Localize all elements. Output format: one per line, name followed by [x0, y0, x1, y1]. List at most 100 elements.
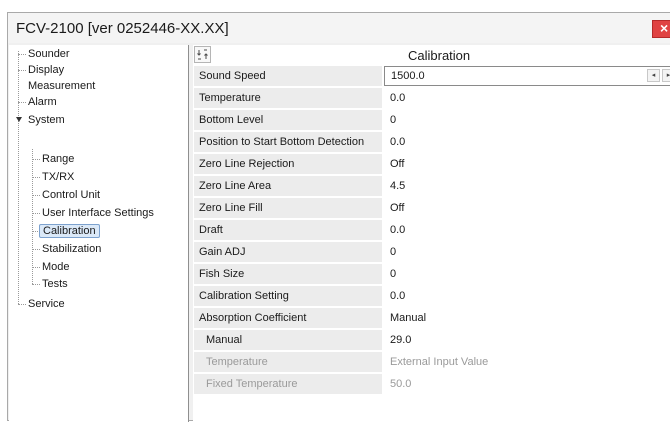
property-name: Temperature: [194, 88, 382, 108]
tree-item-label: Service: [28, 298, 65, 310]
tree-item-label: Sounder: [28, 48, 70, 60]
table-row[interactable]: Fish Size 0: [193, 264, 670, 286]
tree-connector: [32, 284, 40, 285]
sort-icon[interactable]: [194, 46, 211, 63]
tree-item-label: Measurement: [28, 80, 96, 92]
table-row[interactable]: Zero Line Rejection Off: [193, 154, 670, 176]
window-title: FCV-2100 [ver 0252446-XX.XX]: [16, 20, 229, 37]
property-value[interactable]: 0: [384, 242, 670, 262]
property-value[interactable]: 0: [384, 264, 670, 284]
panel-title: Calibration: [408, 48, 471, 63]
property-name: Sound Speed: [194, 66, 382, 86]
property-name: Fish Size: [194, 264, 382, 284]
tree-connector: [32, 249, 40, 250]
tree-item-label: Display: [28, 64, 65, 76]
tree-item-stabilization[interactable]: Stabilization: [42, 241, 101, 257]
tree-item-label: Tests: [42, 278, 68, 290]
table-row: Temperature External Input Value: [193, 352, 670, 374]
table-row[interactable]: Zero Line Area 4.5: [193, 176, 670, 198]
property-name: Absorption Coefficient: [194, 308, 382, 328]
tree-connector: [32, 195, 40, 196]
table-row[interactable]: Sound Speed 1500.0 ◂ ▸: [193, 66, 670, 88]
tree-connector: [18, 54, 26, 55]
table-row[interactable]: Absorption Coefficient Manual: [193, 308, 670, 330]
property-name: Fixed Temperature: [194, 374, 382, 394]
property-value[interactable]: 0.0: [384, 88, 670, 108]
tree-item-label: Control Unit: [42, 189, 101, 201]
tree-item-label: Calibration: [39, 224, 100, 238]
tree-item-mode[interactable]: Mode: [42, 259, 70, 275]
tree-item-sounder[interactable]: Sounder: [28, 46, 70, 62]
property-name: Draft: [194, 220, 382, 240]
tree-item-calibration[interactable]: Calibration: [39, 223, 100, 239]
table-row[interactable]: Manual 29.0: [193, 330, 670, 352]
tree-item-alarm[interactable]: Alarm: [28, 94, 57, 110]
tree-item-label: Alarm: [28, 96, 57, 108]
table-row[interactable]: Zero Line Fill Off: [193, 198, 670, 220]
tree-item-label: User Interface Settings: [42, 207, 154, 219]
table-row[interactable]: Position to Start Bottom Detection 0.0: [193, 132, 670, 154]
tree-connector: [18, 51, 19, 304]
tree-connector: [18, 70, 26, 71]
panel-header: Calibration: [193, 45, 670, 65]
tree-item-txrx[interactable]: TX/RX: [42, 169, 74, 185]
tree-item-range[interactable]: Range: [42, 151, 74, 167]
property-value[interactable]: 0.0: [384, 220, 670, 240]
table-row: Fixed Temperature 50.0: [193, 374, 670, 396]
property-name: Zero Line Rejection: [194, 154, 382, 174]
table-row[interactable]: Bottom Level 0: [193, 110, 670, 132]
property-value[interactable]: 0.0: [384, 132, 670, 152]
tree-connector: [32, 267, 40, 268]
property-value[interactable]: Manual: [384, 308, 670, 328]
tree-connector: [18, 304, 26, 305]
app-window: FCV-2100 [ver 0252446-XX.XX] × Sounder D…: [7, 12, 670, 422]
property-value-input[interactable]: 1500.0 ◂ ▸: [384, 66, 670, 86]
expand-arrow-icon[interactable]: [16, 117, 22, 122]
property-value: 1500.0: [391, 70, 425, 82]
table-row[interactable]: Calibration Setting 0.0: [193, 286, 670, 308]
tree-connector: [32, 177, 40, 178]
property-name: Zero Line Area: [194, 176, 382, 196]
property-name: Zero Line Fill: [194, 198, 382, 218]
settings-tree: Sounder Display Measurement Alarm System…: [9, 45, 189, 422]
title-bar: FCV-2100 [ver 0252446-XX.XX] ×: [8, 13, 670, 43]
property-value[interactable]: Off: [384, 198, 670, 218]
property-name: Temperature: [194, 352, 382, 372]
tree-item-label: Stabilization: [42, 243, 102, 255]
tree-item-control-unit[interactable]: Control Unit: [42, 187, 100, 203]
property-value[interactable]: Off: [384, 154, 670, 174]
tree-connector: [18, 102, 26, 103]
tree-item-label: TX/RX: [42, 171, 75, 183]
property-name: Calibration Setting: [194, 286, 382, 306]
property-name: Manual: [194, 330, 382, 350]
tree-item-service[interactable]: Service: [28, 296, 65, 312]
property-value[interactable]: 0.0: [384, 286, 670, 306]
table-row[interactable]: Draft 0.0: [193, 220, 670, 242]
tree-item-label: Mode: [42, 261, 70, 273]
property-value[interactable]: 29.0: [384, 330, 670, 350]
tree-connector: [32, 159, 40, 160]
tree-item-display[interactable]: Display: [28, 62, 64, 78]
tree-item-measurement[interactable]: Measurement: [28, 78, 95, 94]
table-row[interactable]: Gain ADJ 0: [193, 242, 670, 264]
property-name: Position to Start Bottom Detection: [194, 132, 382, 152]
property-value[interactable]: 0: [384, 110, 670, 130]
tree-item-label: Range: [42, 153, 75, 165]
tree-item-tests[interactable]: Tests: [42, 276, 68, 292]
increment-button[interactable]: ▸: [662, 69, 670, 82]
tree-connector: [32, 213, 40, 214]
close-button[interactable]: ×: [652, 20, 670, 38]
property-name: Gain ADJ: [194, 242, 382, 262]
tree-item-system[interactable]: System: [16, 112, 65, 128]
property-grid-panel: Calibration Sound Speed 1500.0 ◂ ▸ Tempe…: [193, 45, 670, 422]
property-grid: Sound Speed 1500.0 ◂ ▸ Temperature 0.0 B…: [193, 66, 670, 396]
close-icon: ×: [660, 20, 669, 36]
decrement-button[interactable]: ◂: [647, 69, 660, 82]
table-row[interactable]: Temperature 0.0: [193, 88, 670, 110]
property-value: 50.0: [384, 374, 670, 394]
tree-connector: [32, 149, 33, 284]
property-value: External Input Value: [384, 352, 670, 372]
tree-item-label: System: [28, 114, 65, 126]
tree-item-user-interface-settings[interactable]: User Interface Settings: [42, 205, 154, 221]
property-value[interactable]: 4.5: [384, 176, 670, 196]
